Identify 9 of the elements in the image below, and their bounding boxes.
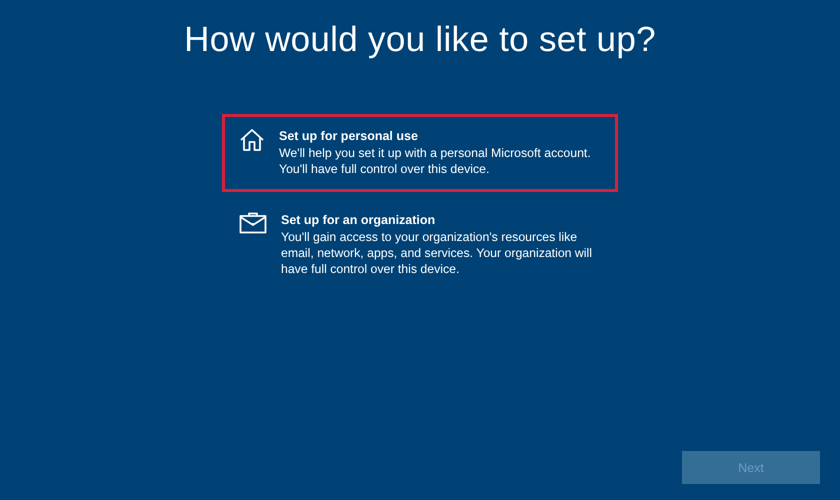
setup-option[interactable]: Set up for personal use We'll help you set it up with a personal Microsoft account. You'll have full control over this device. [222, 114, 618, 192]
setup-option[interactable]: Set up for an organization You'll gain access to your organization's resources like email, network, apps, and services. Your organization will have full control over this device. [222, 198, 618, 292]
option-description: We'll help you set it up with a personal Microsoft account. You'll have full control over this device. [279, 145, 592, 177]
option-title: Set up for personal use [279, 128, 419, 145]
option-title: Set up for an organization [281, 212, 436, 229]
page-title: How would you like to set up? [184, 20, 656, 60]
house-icon [239, 128, 265, 152]
option-description: You'll gain access to your organization's resources like email, network, apps, and services. Your organization will have full control over this device. [281, 229, 594, 277]
briefcase-icon [239, 212, 267, 234]
